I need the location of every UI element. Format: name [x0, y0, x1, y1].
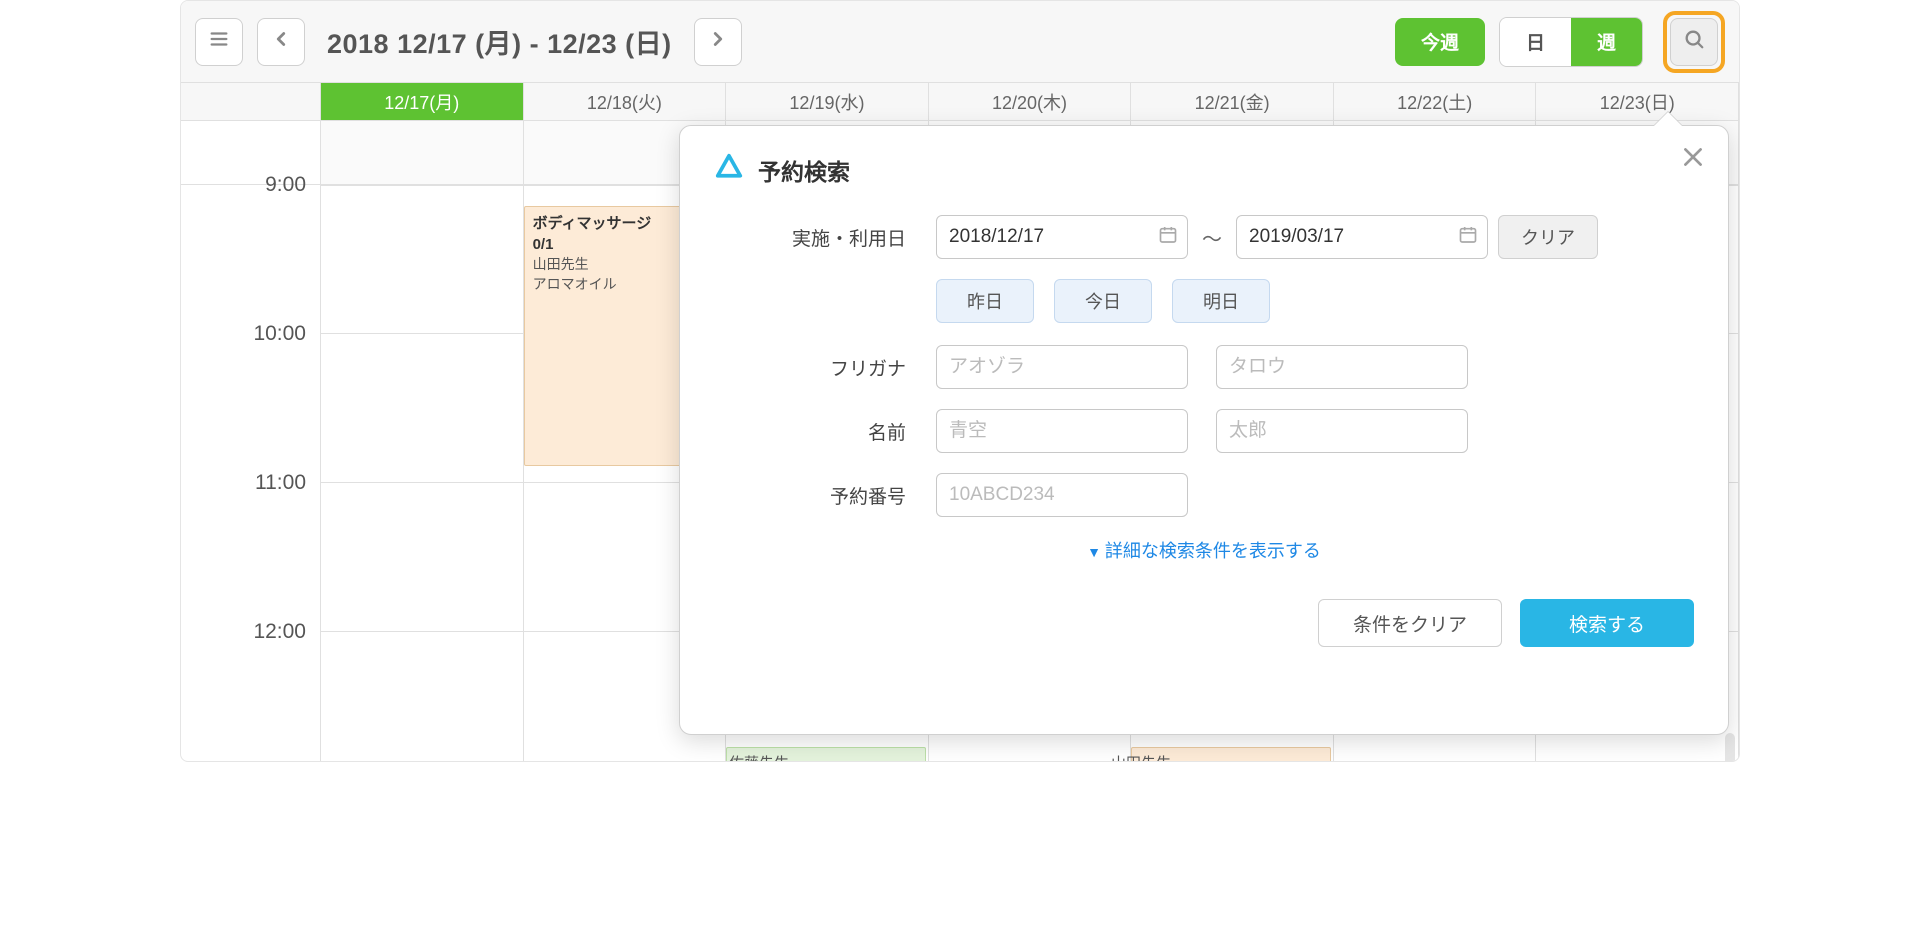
booking-no-input[interactable]: [936, 473, 1188, 517]
view-day-button[interactable]: 日: [1500, 18, 1571, 66]
label-furigana: フリガナ: [714, 354, 936, 381]
calendar-cell[interactable]: [321, 185, 524, 334]
chevron-left-icon: [270, 28, 292, 55]
label-booking-no: 予約番号: [714, 482, 936, 509]
popup-close-button[interactable]: [1680, 144, 1706, 175]
toolbar: 2018 12/17 (月) - 12/23 (日) 今週 日 週: [181, 1, 1739, 83]
staff-label: 山田先生: [1111, 752, 1171, 762]
calendar-cell[interactable]: [321, 334, 524, 483]
furigana-first-input[interactable]: [1216, 345, 1468, 389]
chevron-right-icon: [707, 28, 729, 55]
hamburger-icon: [208, 28, 230, 55]
clear-date-button[interactable]: クリア: [1498, 215, 1598, 259]
popup-header: 予約検索: [714, 152, 1694, 187]
view-toggle: 日 週: [1499, 17, 1643, 67]
day-header[interactable]: 12/20(木): [929, 83, 1132, 121]
day-header[interactable]: 12/19(水): [726, 83, 929, 121]
furigana-last-input[interactable]: [936, 345, 1188, 389]
time-label: 11:00: [181, 471, 321, 620]
calendar-cell[interactable]: [321, 632, 524, 762]
calendar-cell[interactable]: [321, 483, 524, 632]
name-last-input[interactable]: [936, 409, 1188, 453]
advanced-search-link[interactable]: ▼詳細な検索条件を表示する: [1087, 541, 1321, 561]
menu-button[interactable]: [195, 18, 243, 66]
label-name: 名前: [714, 418, 936, 445]
date-from-input[interactable]: [936, 215, 1188, 259]
triangle-down-icon: ▼: [1087, 544, 1101, 560]
yesterday-button[interactable]: 昨日: [936, 279, 1034, 323]
header-time-col: [181, 83, 321, 121]
next-week-button[interactable]: [694, 18, 742, 66]
day-header-row: 12/17(月) 12/18(火) 12/19(水) 12/20(木) 12/2…: [181, 83, 1739, 121]
prev-week-button[interactable]: [257, 18, 305, 66]
advanced-link-text: 詳細な検索条件を表示する: [1105, 541, 1321, 561]
scrollbar[interactable]: [1725, 733, 1735, 762]
staff-label: 佐藤先生: [729, 752, 789, 762]
time-label: 12:00: [181, 620, 321, 762]
time-label: 10:00: [181, 322, 321, 471]
time-label: 9:00: [181, 173, 321, 322]
tilde: ～: [1198, 223, 1226, 252]
logo-icon: [714, 152, 744, 187]
name-first-input[interactable]: [1216, 409, 1468, 453]
close-icon: [1680, 157, 1706, 174]
day-header[interactable]: 12/21(金): [1131, 83, 1334, 121]
date-to-input[interactable]: [1236, 215, 1488, 259]
search-icon: [1683, 28, 1705, 55]
popup-title: 予約検索: [758, 153, 850, 187]
view-week-button[interactable]: 週: [1571, 18, 1642, 66]
date-range-title: 2018 12/17 (月) - 12/23 (日): [327, 22, 672, 61]
search-submit-button[interactable]: 検索する: [1520, 599, 1694, 647]
search-popup: 予約検索 実施・利用日 ～ クリア: [679, 125, 1729, 735]
clear-all-button[interactable]: 条件をクリア: [1318, 599, 1502, 647]
today-button[interactable]: 今日: [1054, 279, 1152, 323]
day-header[interactable]: 12/23(日): [1536, 83, 1739, 121]
this-week-button[interactable]: 今週: [1395, 18, 1485, 66]
label-date: 実施・利用日: [714, 224, 936, 251]
day-header[interactable]: 12/18(火): [524, 83, 727, 121]
search-button-highlight: [1663, 11, 1725, 73]
day-header[interactable]: 12/22(土): [1334, 83, 1537, 121]
search-button[interactable]: [1670, 18, 1718, 66]
tomorrow-button[interactable]: 明日: [1172, 279, 1270, 323]
app-window: 2018 12/17 (月) - 12/23 (日) 今週 日 週 12/17(…: [180, 0, 1740, 762]
day-header[interactable]: 12/17(月): [321, 83, 524, 121]
calendar-cell[interactable]: [321, 121, 524, 185]
